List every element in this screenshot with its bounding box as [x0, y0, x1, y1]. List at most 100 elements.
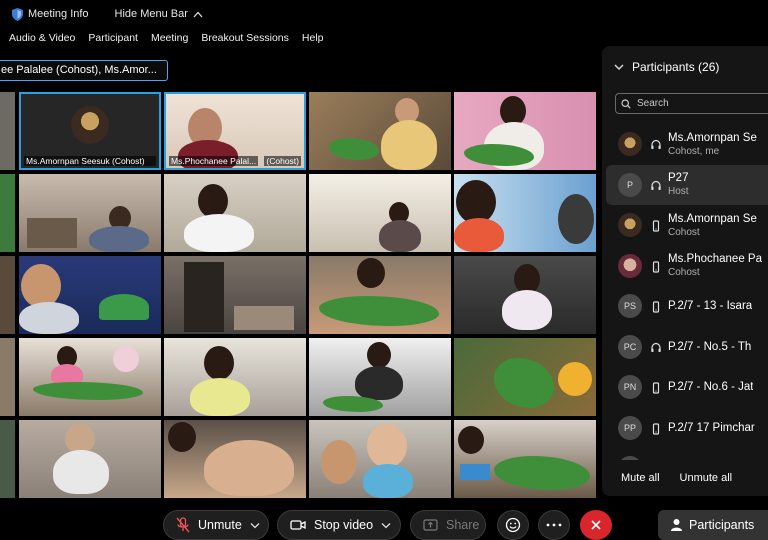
participant-row[interactable]: PN P.2/7 - No.6 - Jat	[602, 367, 768, 408]
chevron-down-icon[interactable]	[381, 522, 391, 529]
participant-body	[363, 464, 413, 498]
search-input[interactable]	[637, 98, 767, 109]
video-tile[interactable]	[19, 256, 161, 334]
participant-role: Cohost	[668, 226, 700, 238]
chevron-down-icon[interactable]	[250, 522, 260, 529]
video-tile[interactable]	[309, 92, 451, 170]
video-tile[interactable]	[454, 338, 596, 416]
video-tile[interactable]	[454, 420, 596, 498]
mic-off-icon	[176, 517, 190, 533]
participants-toggle-label: Participants	[689, 518, 755, 532]
participant-name: P.2/7 - 13 - Isara	[668, 300, 753, 313]
participants-header[interactable]: Participants (26)	[614, 60, 719, 74]
stop-video-button[interactable]: Stop video	[277, 510, 401, 540]
participant-face	[458, 426, 484, 454]
video-tile[interactable]	[454, 256, 596, 334]
video-tile[interactable]	[454, 92, 596, 170]
video-tile-phochanee[interactable]: Ms.Phochanee Palal... (Cohost)	[164, 92, 306, 170]
banana-leaf	[329, 138, 379, 160]
share-screen-icon	[423, 519, 438, 531]
toy	[460, 464, 490, 480]
unmute-label: Unmute	[198, 518, 242, 532]
mute-all-button[interactable]: Mute all	[621, 472, 660, 484]
unmute-button[interactable]: Unmute	[163, 510, 269, 540]
participant-body	[184, 214, 254, 252]
participant-name: Ms.Amornpan Se	[668, 131, 757, 144]
participant-row[interactable]: Ms.Amornpan Se Cohost	[602, 205, 768, 246]
video-tile[interactable]	[454, 174, 596, 252]
video-tile[interactable]	[164, 420, 306, 498]
meeting-controls: Unmute Stop video Share Participants	[0, 506, 768, 540]
video-tile[interactable]	[309, 420, 451, 498]
participant-text: Ms.Amornpan Se Cohost, me	[668, 131, 757, 158]
participants-panel: Participants (26) Ms.Amornpan SeCohost, …	[602, 46, 768, 496]
participant-row[interactable]: PC P.2/7 - No.5 - Th	[602, 327, 768, 368]
stop-video-label: Stop video	[314, 518, 374, 532]
close-icon	[591, 520, 601, 530]
more-options-button[interactable]	[538, 510, 570, 540]
headset-icon	[650, 179, 662, 191]
chevron-up-icon	[193, 11, 203, 17]
participant-row[interactable]: P P27 Host	[606, 164, 768, 205]
participant-text: Ms.Amornpan Se Cohost	[668, 212, 757, 239]
active-speaker-label[interactable]: ee Palalee (Cohost), Ms.Amor...	[0, 60, 168, 81]
participants-footer: Mute all Unmute all	[602, 460, 768, 496]
avatar: PN	[618, 375, 642, 400]
video-tile[interactable]	[309, 338, 451, 416]
participant-role: Cohost, me	[668, 145, 720, 157]
banana-leaf	[323, 396, 383, 412]
video-tile[interactable]	[0, 92, 15, 170]
meeting-info-link[interactable]: Meeting Info	[28, 8, 89, 20]
video-tile[interactable]	[164, 256, 306, 334]
video-tile[interactable]	[309, 256, 451, 334]
avatar	[618, 253, 642, 278]
menu-audio-video[interactable]: Audio & Video	[9, 32, 75, 44]
phone-icon	[650, 219, 662, 232]
video-tile[interactable]	[19, 338, 161, 416]
video-tile[interactable]	[0, 338, 15, 416]
menu-help[interactable]: Help	[302, 32, 324, 44]
hide-menu-bar-button[interactable]: Hide Menu Bar	[115, 8, 203, 20]
participant-name: Ms.Phochanee Pa	[668, 253, 762, 266]
banana-leaf	[494, 358, 554, 408]
participant-row[interactable]: Ms.Phochanee Pa Cohost	[602, 246, 768, 287]
menu-participant[interactable]: Participant	[88, 32, 138, 44]
video-tile[interactable]	[0, 256, 15, 334]
participant-row[interactable]: PS P.2/7 - 13 - Isara	[602, 286, 768, 327]
video-tile[interactable]	[309, 174, 451, 252]
participant-name: P.2/7 - No.6 - Jat	[668, 381, 754, 394]
smiley-icon	[505, 517, 521, 533]
participant-row[interactable]: Ms.Amornpan Se Cohost, me	[602, 124, 768, 165]
menu-meeting[interactable]: Meeting	[151, 32, 188, 44]
participant-text: P.2/7 - No.5 - Th	[668, 340, 751, 354]
chevron-down-icon[interactable]	[614, 62, 624, 72]
avatar: PS	[618, 294, 642, 319]
participants-toggle-button[interactable]: Participants	[658, 510, 768, 540]
phone-icon	[650, 300, 662, 313]
video-tile[interactable]	[19, 174, 161, 252]
banana-leaf	[33, 382, 143, 400]
participant-face	[168, 422, 196, 452]
avatar: PC	[618, 334, 642, 359]
video-tile-amornpan[interactable]: Ms.Amornpan Seesuk (Cohost)	[19, 92, 161, 170]
reactions-button[interactable]	[497, 510, 529, 540]
leave-meeting-button[interactable]	[580, 510, 612, 540]
avatar: P	[618, 172, 642, 197]
search-icon	[621, 98, 631, 109]
video-tile[interactable]	[0, 174, 15, 252]
video-tile[interactable]	[164, 338, 306, 416]
video-tile[interactable]	[19, 420, 161, 498]
video-tile[interactable]	[0, 420, 15, 498]
participant-row[interactable]: PP P.2/7 17 Pimchar	[602, 408, 768, 449]
participant-face	[367, 342, 391, 368]
participant-text: Ms.Phochanee Pa Cohost	[668, 252, 762, 279]
participants-search[interactable]	[615, 93, 768, 114]
participant-face	[367, 424, 407, 468]
share-button[interactable]: Share	[410, 510, 486, 540]
participant-face	[204, 346, 234, 380]
unmute-all-button[interactable]: Unmute all	[680, 472, 733, 484]
participant-text: P.2/7 - No.6 - Jat	[668, 380, 753, 394]
menu-breakout-sessions[interactable]: Breakout Sessions	[201, 32, 289, 44]
participant-body	[190, 378, 250, 416]
video-tile[interactable]	[164, 174, 306, 252]
